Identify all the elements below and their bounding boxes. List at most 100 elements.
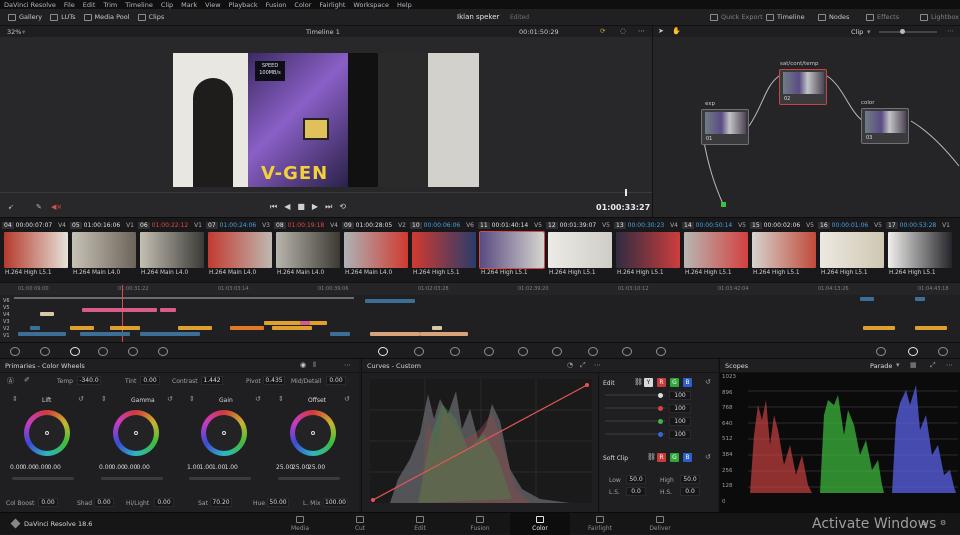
transport-controls[interactable]: ⏮◀■▶⏭⟲ — [270, 202, 353, 212]
wheel-adjust-icon[interactable]: ⇕ — [12, 395, 18, 403]
y-intensity-field[interactable]: 100 — [669, 391, 691, 400]
timeline-clip-bar[interactable] — [300, 321, 310, 325]
mute-icon[interactable]: ◀× — [51, 203, 62, 211]
channel-r-toggle[interactable]: R — [657, 378, 666, 387]
wheel-value[interactable]: 25.00 — [308, 464, 325, 471]
node-1[interactable]: 01 — [701, 109, 749, 145]
menu-color[interactable]: Color — [294, 1, 311, 9]
tint-field[interactable]: 0.00 — [140, 376, 160, 385]
scope-options-icon[interactable]: ⋯ — [946, 361, 953, 369]
lightbox-toggle[interactable]: Lightbox — [920, 13, 959, 21]
color-wheel[interactable] — [290, 410, 336, 456]
curves-mode-icon[interactable]: ◔ — [567, 361, 573, 369]
scope-mode-chevron-icon[interactable]: ▾ — [896, 361, 900, 369]
channel-b-toggle[interactable]: B — [683, 378, 692, 387]
wheel-value[interactable]: 0.00 — [112, 464, 125, 471]
clips-button[interactable]: Clips — [137, 13, 164, 21]
blur-icon[interactable] — [588, 347, 598, 356]
wheel-value[interactable]: 0.00 — [35, 464, 48, 471]
softclip-b-toggle[interactable]: B — [683, 453, 692, 462]
magic-mask-icon[interactable] — [552, 347, 562, 356]
soft-clip-link-icon[interactable]: ⛓ — [647, 453, 656, 461]
clip-thumbnail[interactable]: 13 00:00:30:23 V4 H.264 High L5.1 — [614, 218, 681, 283]
r-intensity-field[interactable]: 100 — [669, 404, 691, 413]
key-icon[interactable] — [622, 347, 632, 356]
contrast-field[interactable]: 1.442 — [201, 376, 223, 385]
wheel-value[interactable]: 25.00 — [276, 464, 293, 471]
clip-thumbnail[interactable]: 09 01:00:28:05 V2 H.264 Main L4.0 — [342, 218, 409, 283]
page-tab-deliver[interactable]: Deliver — [630, 513, 690, 535]
wheel-value[interactable]: 0.00 — [48, 464, 61, 471]
menu-view[interactable]: View — [205, 1, 220, 9]
3d-icon[interactable] — [876, 347, 886, 356]
scope-toggle-icon[interactable] — [908, 347, 918, 356]
effects-toggle[interactable]: Effects — [866, 13, 899, 21]
clip-thumbnail[interactable]: 17 00:00:53:28 V1 H.264 High L5.1 — [886, 218, 953, 283]
timeline-clip-bar[interactable] — [863, 326, 895, 330]
menu-help[interactable]: Help — [397, 1, 412, 9]
timeline-clip-bar[interactable] — [30, 326, 40, 330]
softclip-g-toggle[interactable]: G — [670, 453, 679, 462]
high-soft-field[interactable]: 0.0 — [680, 487, 700, 496]
auto-balance-icon[interactable]: Ⓐ — [7, 376, 14, 386]
timeline-clip-bar[interactable] — [370, 332, 420, 336]
sizing-icon[interactable] — [656, 347, 666, 356]
wheel-center-handle[interactable] — [45, 431, 49, 435]
primaries-options-icon[interactable]: ⋯ — [344, 361, 351, 369]
color-warper-icon[interactable] — [414, 347, 424, 356]
clip-thumbnail[interactable]: 08 01:00:19:18 V4 H.264 Main L4.0 — [274, 218, 341, 283]
color-wheel[interactable] — [201, 410, 247, 456]
timeline-clip-bar[interactable] — [230, 326, 264, 330]
curve-graph[interactable] — [370, 379, 592, 503]
low-field[interactable]: 50.0 — [626, 475, 646, 484]
mid-detail-field[interactable]: 0.00 — [326, 376, 346, 385]
color-wheel[interactable] — [24, 410, 70, 456]
timeline-clip-bar[interactable] — [915, 297, 925, 301]
clip-thumbnail[interactable]: 12 00:01:39:07 V5 H.264 High L5.1 — [546, 218, 613, 283]
lum-mix-field[interactable]: 100.00 — [323, 498, 348, 507]
timeline-clip-bar[interactable] — [40, 312, 54, 316]
wheel-center-handle[interactable] — [134, 431, 138, 435]
camera-raw-icon[interactable] — [10, 347, 20, 356]
wheel-master-slider[interactable] — [12, 477, 74, 480]
menu-app[interactable]: DaVinci Resolve — [4, 1, 56, 9]
scope-grid-icon[interactable]: ▦ — [910, 361, 917, 369]
menu-edit[interactable]: Edit — [83, 1, 96, 9]
settings-icon[interactable]: ⚙ — [940, 519, 946, 527]
wheel-adjust-icon[interactable]: ⇕ — [278, 395, 284, 403]
timeline-clip-bar[interactable] — [140, 308, 148, 312]
highlight-field[interactable]: 0.00 — [154, 498, 174, 507]
timeline-clip-bar[interactable] — [160, 308, 176, 312]
more-options-icon[interactable]: ⋯ — [638, 27, 645, 35]
wheel-value[interactable]: 0.00 — [99, 464, 112, 471]
clip-thumbnail[interactable]: 11 00:01:40:14 V5 H.264 High L5.1 — [478, 218, 545, 283]
page-tab-cut[interactable]: Cut — [330, 513, 390, 535]
color-wheel[interactable] — [113, 410, 159, 456]
motion-effects-icon[interactable] — [158, 347, 168, 356]
wheel-adjust-icon[interactable]: ⇕ — [189, 395, 195, 403]
high-field[interactable]: 50.0 — [680, 475, 700, 484]
wheel-value[interactable]: 1.00 — [187, 464, 200, 471]
clip-thumbnail[interactable]: 06 01:00:22:12 V1 H.264 Main L4.0 — [138, 218, 205, 283]
zoom-dropdown-icon[interactable]: ▾ — [22, 28, 25, 36]
qualifier-icon[interactable] — [450, 347, 460, 356]
scrubber-playhead[interactable] — [625, 189, 627, 196]
wheel-master-slider[interactable] — [101, 477, 163, 480]
picker-icon[interactable]: ✐ — [24, 376, 30, 384]
menu-file[interactable]: File — [64, 1, 75, 9]
menu-clip[interactable]: Clip — [161, 1, 173, 9]
window-icon[interactable] — [484, 347, 494, 356]
sat-field[interactable]: 70.20 — [210, 498, 232, 507]
b-intensity-field[interactable]: 100 — [669, 430, 691, 439]
channel-y-toggle[interactable]: Y — [644, 378, 653, 387]
wheel-master-slider[interactable] — [278, 477, 340, 480]
wheel-adjust-icon[interactable]: ⇕ — [101, 395, 107, 403]
info-icon[interactable] — [938, 347, 948, 356]
scope-expand-icon[interactable]: ⤢ — [930, 361, 936, 370]
wheel-master-slider[interactable] — [189, 477, 251, 480]
wheel-center-handle[interactable] — [222, 431, 226, 435]
clip-thumbnail[interactable]: 14 00:00:50:14 V5 H.264 High L5.1 — [682, 218, 749, 283]
menu-timeline[interactable]: Timeline — [125, 1, 153, 9]
low-soft-field[interactable]: 0.0 — [626, 487, 646, 496]
bars-mode-icon[interactable]: ⫴ — [313, 361, 316, 370]
